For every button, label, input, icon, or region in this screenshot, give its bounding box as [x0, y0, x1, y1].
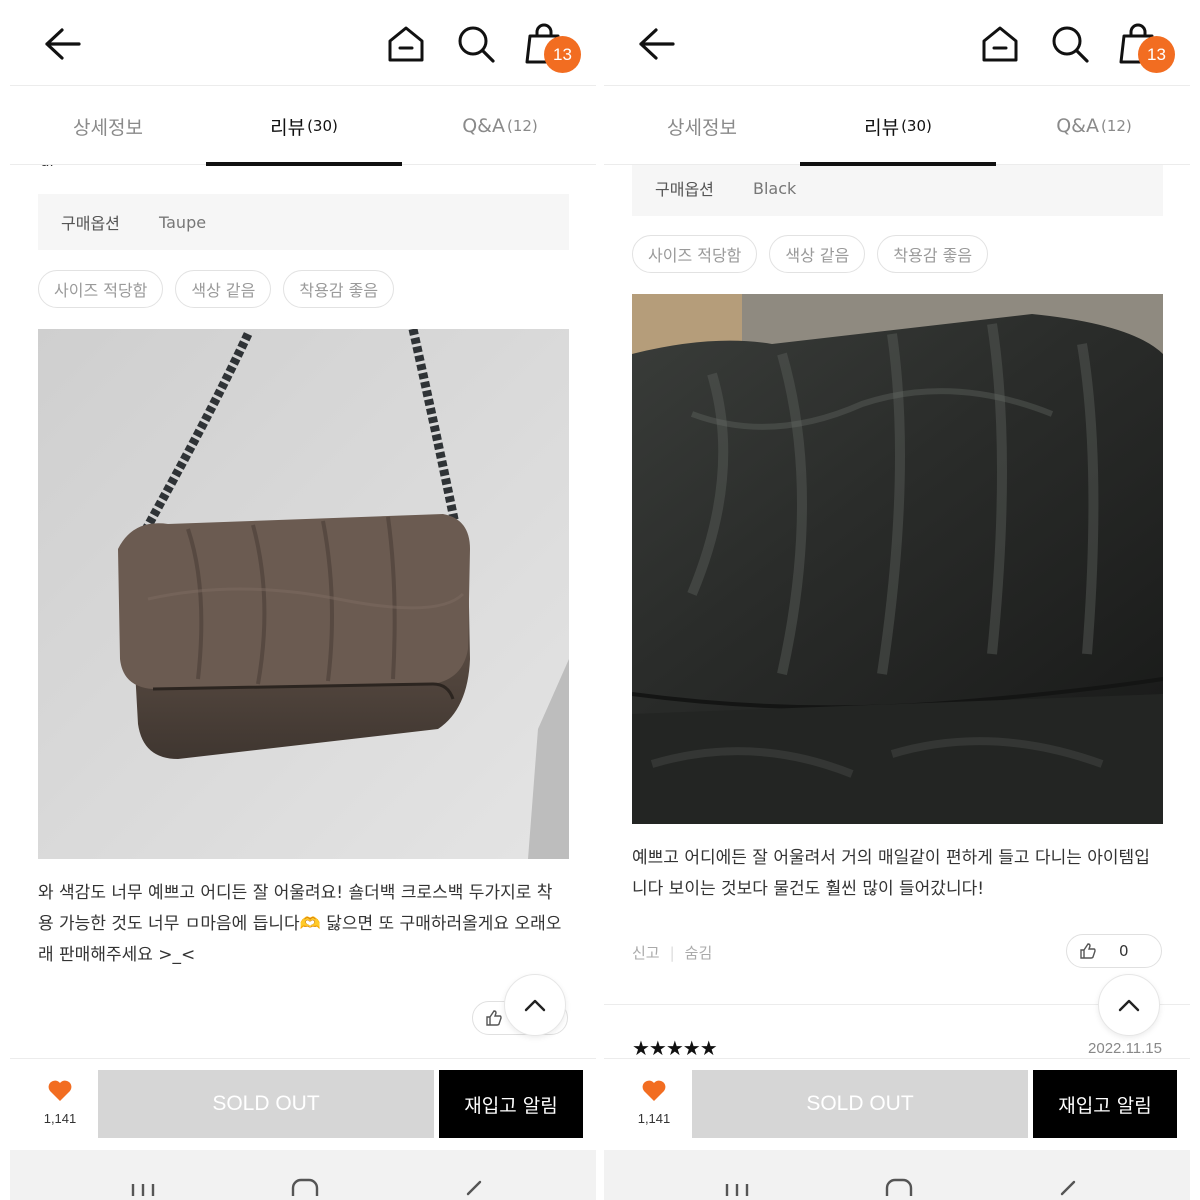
- thumbs-up-icon: [1080, 943, 1096, 959]
- rating-stars: ★★★★★: [632, 1036, 718, 1060]
- option-value: Taupe: [159, 212, 207, 232]
- purchase-option: 구매옵션 Taupe: [38, 194, 569, 250]
- like-count: 0: [1119, 942, 1129, 960]
- review-date: 2022.11.15: [1088, 1040, 1162, 1057]
- system-nav-bar: [604, 1150, 1190, 1200]
- hide-link[interactable]: 숨김: [685, 944, 713, 962]
- sold-out-button[interactable]: SOLD OUT: [98, 1070, 434, 1138]
- search-icon[interactable]: [1050, 24, 1090, 64]
- option-value: Black: [753, 178, 797, 198]
- tab-bar: 상세정보 리뷰 (30) Q&A (12): [10, 87, 596, 166]
- scroll-to-top-button[interactable]: [1098, 974, 1160, 1036]
- right-screen: 13 상세정보 리뷰 (30) Q&A (12) 구매옵션 Black 사이즈 적당…: [604, 0, 1190, 1200]
- heart-icon: [48, 1080, 72, 1101]
- favorite-button[interactable]: 1,141: [40, 1079, 80, 1126]
- cart-count-badge: 13: [544, 36, 581, 73]
- back-nav-icon[interactable]: [1052, 1176, 1082, 1196]
- tag-chip: 색상 같음: [769, 235, 866, 273]
- tab-bar: 상세정보 리뷰 (30) Q&A (12): [604, 87, 1190, 166]
- home-nav-icon[interactable]: [884, 1176, 914, 1196]
- system-nav-bar: [10, 1150, 596, 1200]
- option-label: 구매옵션: [655, 180, 714, 199]
- restock-alert-button[interactable]: 재입고 알림: [439, 1070, 583, 1138]
- cart-count-badge: 13: [1138, 36, 1175, 73]
- tab-reviews[interactable]: 리뷰 (30): [800, 87, 996, 166]
- tag-chip: 사이즈 적당함: [632, 235, 758, 273]
- favorite-count: 1,141: [637, 1111, 671, 1126]
- chevron-up-icon: [524, 999, 546, 1012]
- top-header: 13: [604, 0, 1190, 86]
- sold-out-button[interactable]: SOLD OUT: [692, 1070, 1028, 1138]
- recent-apps-icon[interactable]: [128, 1176, 158, 1196]
- tag-chip: 사이즈 적당함: [38, 270, 164, 308]
- review-photo[interactable]: [632, 294, 1163, 824]
- tab-qna[interactable]: Q&A (12): [996, 87, 1190, 165]
- review-photo[interactable]: [38, 329, 569, 859]
- review-text: 예쁘고 어디에든 잘 어울려서 거의 매일같이 편하게 들고 다니는 아이템입니…: [632, 848, 1150, 899]
- back-arrow-icon[interactable]: [636, 26, 676, 62]
- recent-apps-icon[interactable]: [722, 1176, 752, 1196]
- heart-icon: [642, 1080, 666, 1101]
- search-icon[interactable]: [456, 24, 496, 64]
- report-link[interactable]: 신고: [632, 944, 660, 962]
- chevron-up-icon: [1118, 999, 1140, 1012]
- review-text: 와 색감도 너무 예쁘고 어디든 잘 어울려요! 숄더백 크로스백 두가지로 착…: [38, 883, 562, 965]
- purchase-option: 구매옵션 Black: [632, 160, 1163, 216]
- tag-chip: 착용감 좋음: [283, 270, 395, 308]
- scroll-to-top-button[interactable]: [504, 974, 566, 1036]
- bottom-action-bar: 1,141 SOLD OUT 재입고 알림: [10, 1058, 596, 1148]
- tab-details[interactable]: 상세정보: [604, 87, 800, 165]
- home-icon[interactable]: [386, 24, 426, 64]
- top-header: 13: [10, 0, 596, 86]
- tab-qna[interactable]: Q&A (12): [402, 87, 596, 165]
- review-meta: 신고 | 숨김: [632, 944, 713, 962]
- tab-reviews[interactable]: 리뷰 (30): [206, 87, 402, 166]
- tab-details[interactable]: 상세정보: [10, 87, 206, 165]
- home-icon[interactable]: [980, 24, 1020, 64]
- tag-chip: 착용감 좋음: [877, 235, 989, 273]
- option-label: 구매옵션: [61, 214, 120, 233]
- home-nav-icon[interactable]: [290, 1176, 320, 1196]
- thumbs-up-icon: [486, 1010, 502, 1026]
- like-button[interactable]: 0: [1066, 934, 1162, 968]
- review-tags: 사이즈 적당함 색상 같음 착용감 좋음: [38, 270, 395, 308]
- bottom-action-bar: 1,141 SOLD OUT 재입고 알림: [604, 1058, 1190, 1148]
- tag-chip: 색상 같음: [175, 270, 272, 308]
- favorite-count: 1,141: [43, 1111, 77, 1126]
- back-arrow-icon[interactable]: [42, 26, 82, 62]
- review-tags: 사이즈 적당함 색상 같음 착용감 좋음: [632, 235, 989, 273]
- left-screen: 13 상세정보 리뷰(30) Q&A(12) dl 구매옵션 Taupe 사이즈…: [10, 0, 596, 1200]
- back-nav-icon[interactable]: [458, 1176, 488, 1196]
- favorite-button[interactable]: 1,141: [634, 1079, 674, 1126]
- restock-alert-button[interactable]: 재입고 알림: [1033, 1070, 1177, 1138]
